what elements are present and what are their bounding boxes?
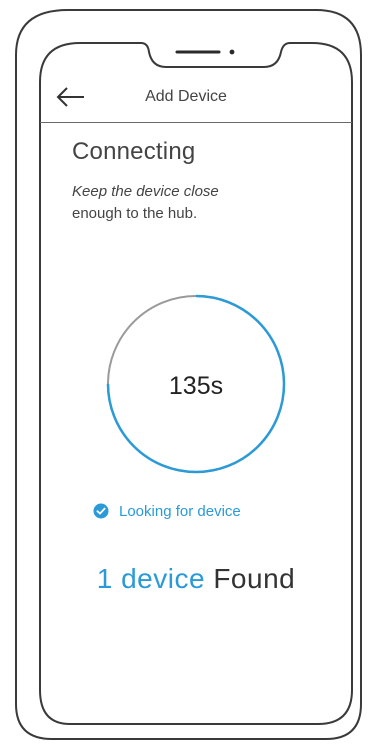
status-label: Looking for device [119, 502, 241, 520]
instruction-text: Keep the device close enough to the hub. [72, 181, 312, 225]
phone-camera [229, 49, 235, 55]
page-title: Connecting [72, 138, 196, 165]
found-label: Found [213, 563, 296, 594]
instruction-line-2: enough to the hub. [72, 205, 198, 222]
app-header: Add Device [40, 78, 332, 122]
header-divider [40, 122, 352, 123]
header-title: Add Device [145, 88, 227, 105]
countdown-text: 135s [168, 372, 224, 400]
instruction-line-1: Keep the device close [72, 183, 219, 200]
device-count: 1 device [96, 563, 206, 594]
check-circle-icon [93, 503, 109, 519]
devices-found: 1 device Found [0, 563, 371, 595]
status-row: Looking for device [93, 500, 241, 522]
